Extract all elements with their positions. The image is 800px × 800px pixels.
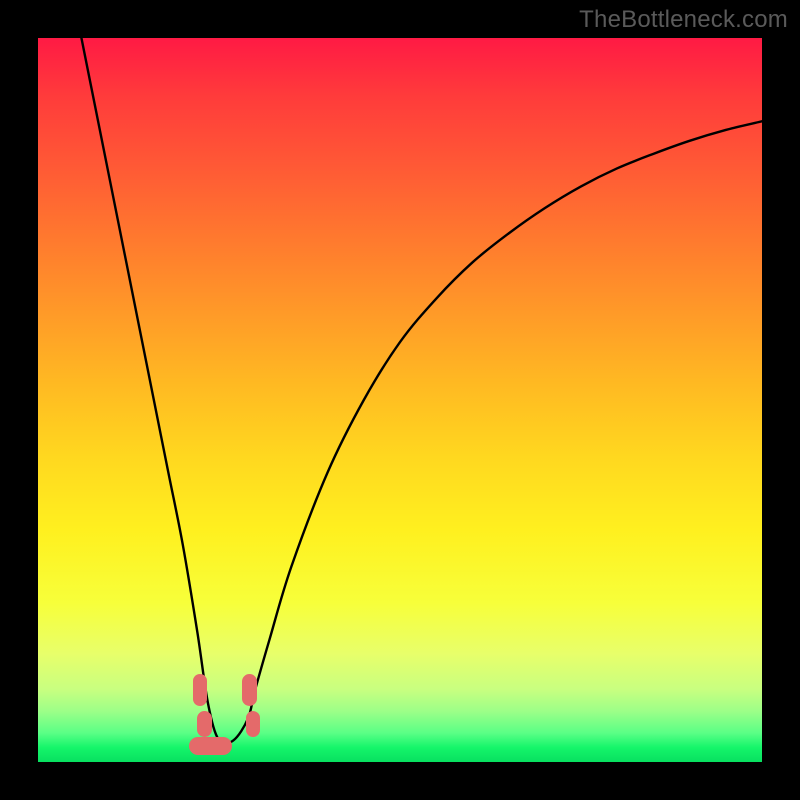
plot-area bbox=[38, 38, 762, 762]
watermark-text: TheBottleneck.com bbox=[579, 6, 788, 34]
bottleneck-curve bbox=[38, 38, 762, 762]
chart-frame: TheBottleneck.com bbox=[0, 0, 800, 800]
marker-left-top bbox=[193, 674, 208, 706]
marker-right-top bbox=[242, 674, 257, 706]
marker-base bbox=[189, 737, 232, 756]
marker-left-bottom bbox=[197, 711, 212, 737]
marker-right-bottom bbox=[246, 711, 261, 737]
